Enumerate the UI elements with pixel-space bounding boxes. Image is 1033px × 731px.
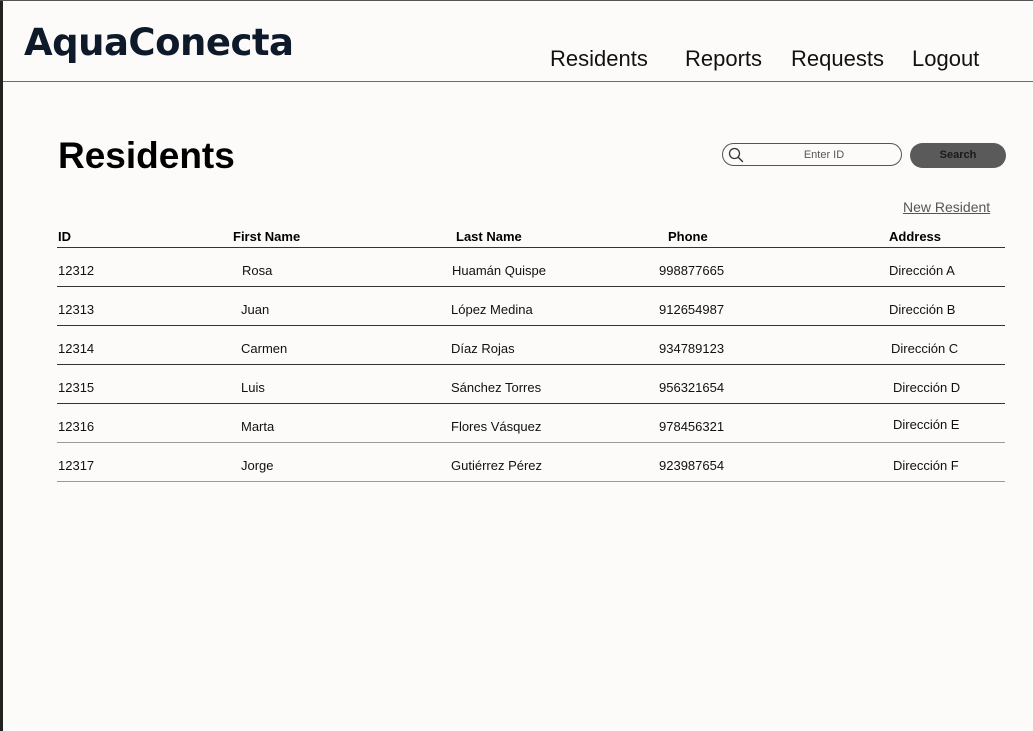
column-header-address: Address [889,229,942,244]
nav-residents[interactable]: Residents [550,45,648,73]
table-row[interactable]: 12314 Carmen Díaz Rojas 934789123 Direcc… [57,326,1005,365]
cell-id: 12313 [58,302,95,317]
table-header: ID First Name Last Name Phone Address [57,226,1005,248]
search-button[interactable]: Search [910,143,1006,168]
cell-phone: 912654987 [659,302,725,317]
nav-requests[interactable]: Requests [791,45,884,73]
cell-last-name: Huamán Quispe [452,263,546,278]
cell-id: 12312 [58,263,95,278]
cell-first-name: Juan [241,302,270,317]
nav-reports[interactable]: Reports [685,45,762,73]
cell-id: 12315 [58,380,95,395]
cell-last-name: Gutiérrez Pérez [451,458,543,473]
search-input[interactable] [749,146,899,164]
cell-phone: 923987654 [659,458,725,473]
cell-phone: 998877665 [659,263,725,278]
cell-address: Dirección D [893,380,961,395]
cell-id: 12314 [58,341,95,356]
cell-last-name: Flores Vásquez [451,419,542,434]
search-icon [728,147,744,163]
cell-address: Dirección E [893,417,960,432]
cell-first-name: Marta [241,419,275,434]
new-resident-link[interactable]: New Resident [903,198,990,216]
cell-last-name: Díaz Rojas [451,341,515,356]
column-header-first-name: First Name [233,229,301,244]
app-logo[interactable]: AquaConecta [24,21,294,65]
cell-address: Dirección B [889,302,956,317]
nav-logout[interactable]: Logout [912,45,979,73]
column-header-id: ID [58,229,71,244]
cell-last-name: López Medina [451,302,533,317]
cell-phone: 934789123 [659,341,725,356]
residents-table: ID First Name Last Name Phone Address 12… [57,226,1005,482]
cell-first-name: Rosa [242,263,273,278]
column-header-last-name: Last Name [456,229,522,244]
table-row[interactable]: 12312 Rosa Huamán Quispe 998877665 Direc… [57,248,1005,287]
table-row[interactable]: 12313 Juan López Medina 912654987 Direcc… [57,287,1005,326]
search-box[interactable] [722,143,902,166]
table-row[interactable]: 12317 Jorge Gutiérrez Pérez 923987654 Di… [57,443,1005,482]
cell-id: 12316 [58,419,95,434]
table-row[interactable]: 12315 Luis Sánchez Torres 956321654 Dire… [57,365,1005,404]
window-left-border [0,0,3,731]
column-header-phone: Phone [668,229,708,244]
page-title: Residents [58,135,235,176]
cell-last-name: Sánchez Torres [451,380,542,395]
cell-address: Dirección C [891,341,959,356]
cell-id: 12317 [58,458,95,473]
cell-phone: 956321654 [659,380,725,395]
cell-address: Dirección F [893,458,959,473]
cell-phone: 978456321 [659,419,725,434]
table-row[interactable]: 12316 Marta Flores Vásquez 978456321 Dir… [57,404,1005,443]
cell-first-name: Carmen [241,341,288,356]
app-header: AquaConecta Residents Reports Requests L… [3,1,1033,82]
cell-first-name: Jorge [241,458,274,473]
cell-address: Dirección A [889,263,955,278]
cell-first-name: Luis [241,380,265,395]
